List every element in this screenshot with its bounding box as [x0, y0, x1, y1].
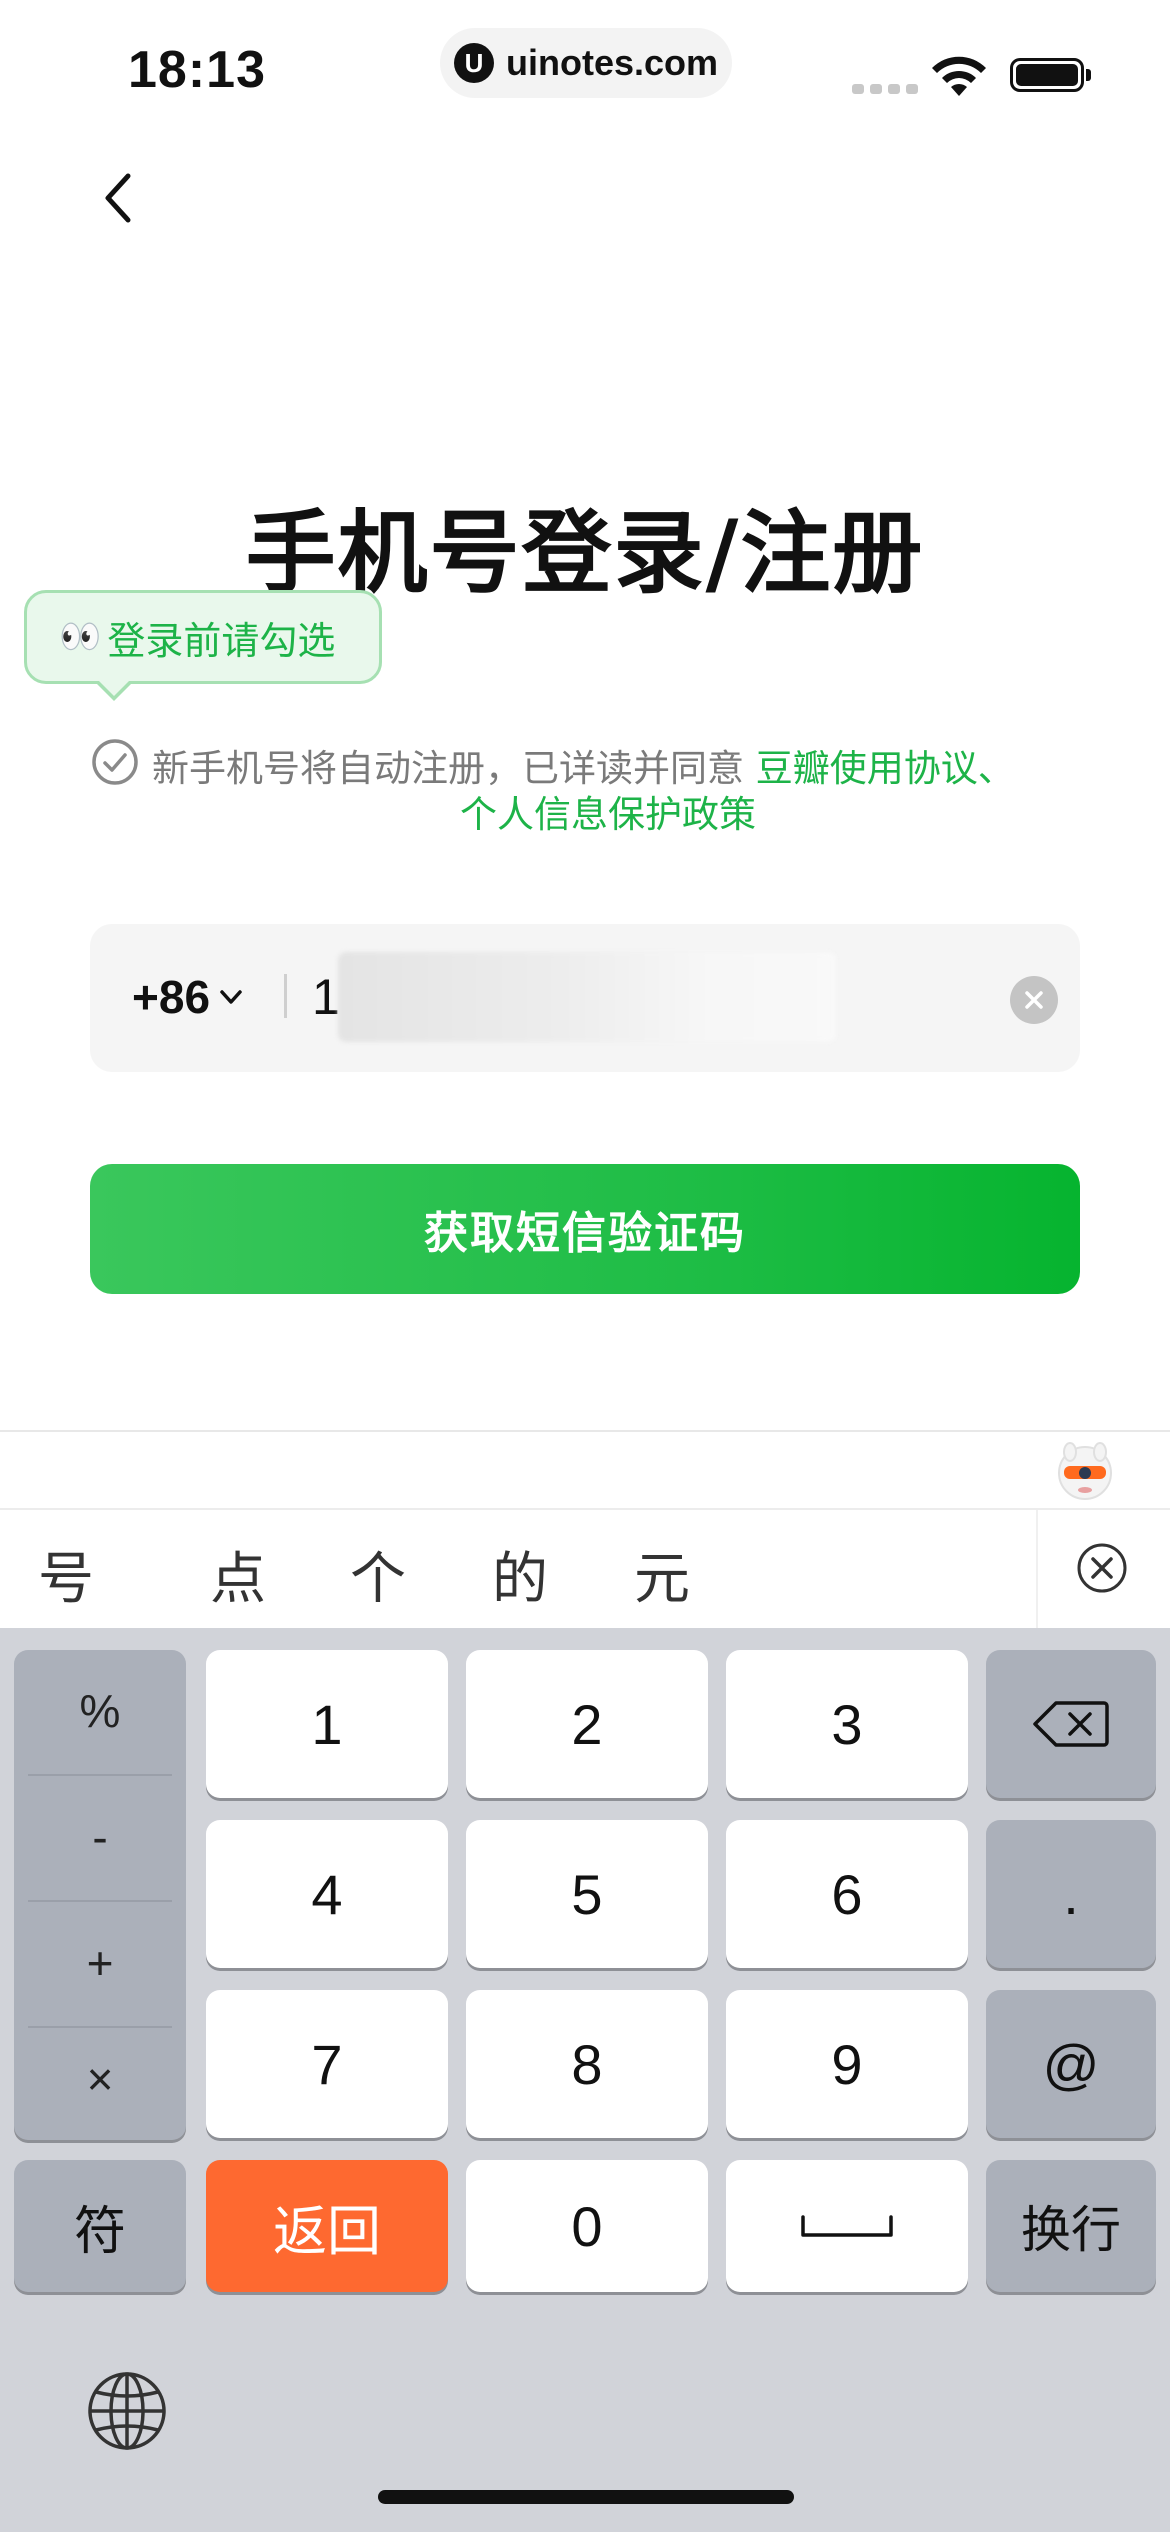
phone-number-redaction [338, 952, 836, 1042]
url-text: uinotes.com [505, 42, 719, 83]
key-3[interactable]: 3 [726, 1650, 968, 1798]
delete-icon [1033, 1701, 1109, 1747]
candidate-bar [0, 1510, 1170, 1628]
wifi-icon [932, 56, 986, 96]
candidate-2[interactable]: 点 [210, 1534, 266, 1615]
key-5[interactable]: 5 [466, 1820, 708, 1968]
key-6[interactable]: 6 [726, 1820, 968, 1968]
privacy-policy-link[interactable]: 个人信息保护政策 [460, 784, 756, 838]
key-dot[interactable]: . [986, 1820, 1156, 1968]
chevron-down-icon [220, 990, 242, 1004]
keyboard-top-divider [0, 1430, 1170, 1432]
key-plus[interactable]: + [14, 1902, 186, 2024]
battery-icon [1010, 58, 1084, 92]
space-key[interactable] [726, 2160, 968, 2292]
url-pill[interactable]: U uinotes.com [440, 28, 732, 98]
key-at[interactable]: @ [986, 1990, 1156, 2138]
tooltip-tail-inner [98, 680, 130, 696]
space-icon [801, 2215, 893, 2237]
clear-input-button[interactable] [1010, 976, 1058, 1024]
candidate-4[interactable]: 的 [492, 1534, 548, 1615]
delete-key[interactable] [986, 1650, 1156, 1798]
candidate-separator [1036, 1510, 1038, 1628]
mascot-icon[interactable] [1054, 1440, 1116, 1502]
input-divider [284, 974, 287, 1018]
agree-tooltip: 👀 登录前请勾选 [24, 590, 382, 684]
country-code-selector[interactable]: +86 [132, 970, 246, 1024]
key-percent[interactable]: % [14, 1650, 186, 1772]
close-circle-icon[interactable] [1076, 1542, 1128, 1594]
country-code: +86 [132, 971, 211, 1023]
key-7[interactable]: 7 [206, 1990, 448, 2138]
globe-icon[interactable] [86, 2370, 168, 2452]
candidate-5[interactable]: 元 [634, 1534, 690, 1615]
site-logo-icon: U [453, 43, 494, 83]
key-4[interactable]: 4 [206, 1820, 448, 1968]
symbols-key[interactable]: 符 [14, 2160, 186, 2292]
enter-key[interactable]: 换行 [986, 2160, 1156, 2292]
back-chevron-icon[interactable] [98, 168, 138, 228]
eyes-icon: 👀 [59, 617, 102, 657]
clear-icon [1025, 991, 1043, 1009]
phone-input[interactable]: 1 [312, 968, 340, 1026]
tooltip-text: 登录前请勾选 [107, 618, 336, 663]
key-9[interactable]: 9 [726, 1990, 968, 2138]
battery-cap [1086, 69, 1091, 81]
key-minus[interactable]: - [14, 1776, 186, 1898]
key-2[interactable]: 2 [466, 1650, 708, 1798]
back-key[interactable]: 返回 [206, 2160, 448, 2292]
douban-terms-link[interactable]: 豆瓣使用协议、 [756, 747, 1015, 790]
status-time: 18:13 [128, 41, 266, 99]
candidate-3[interactable]: 个 [350, 1534, 406, 1615]
get-sms-code-button[interactable]: 获取短信验证码 [90, 1164, 1080, 1294]
key-1[interactable]: 1 [206, 1650, 448, 1798]
key-times[interactable]: × [14, 2018, 186, 2140]
key-8[interactable]: 8 [466, 1990, 708, 2138]
symbol-column: % - + × [14, 1650, 186, 2140]
candidate-1[interactable]: 号 [38, 1534, 94, 1615]
key-0[interactable]: 0 [466, 2160, 708, 2292]
home-indicator[interactable] [378, 2490, 794, 2504]
cellular-signal-icon [852, 84, 918, 94]
check-circle-icon[interactable] [90, 737, 140, 787]
